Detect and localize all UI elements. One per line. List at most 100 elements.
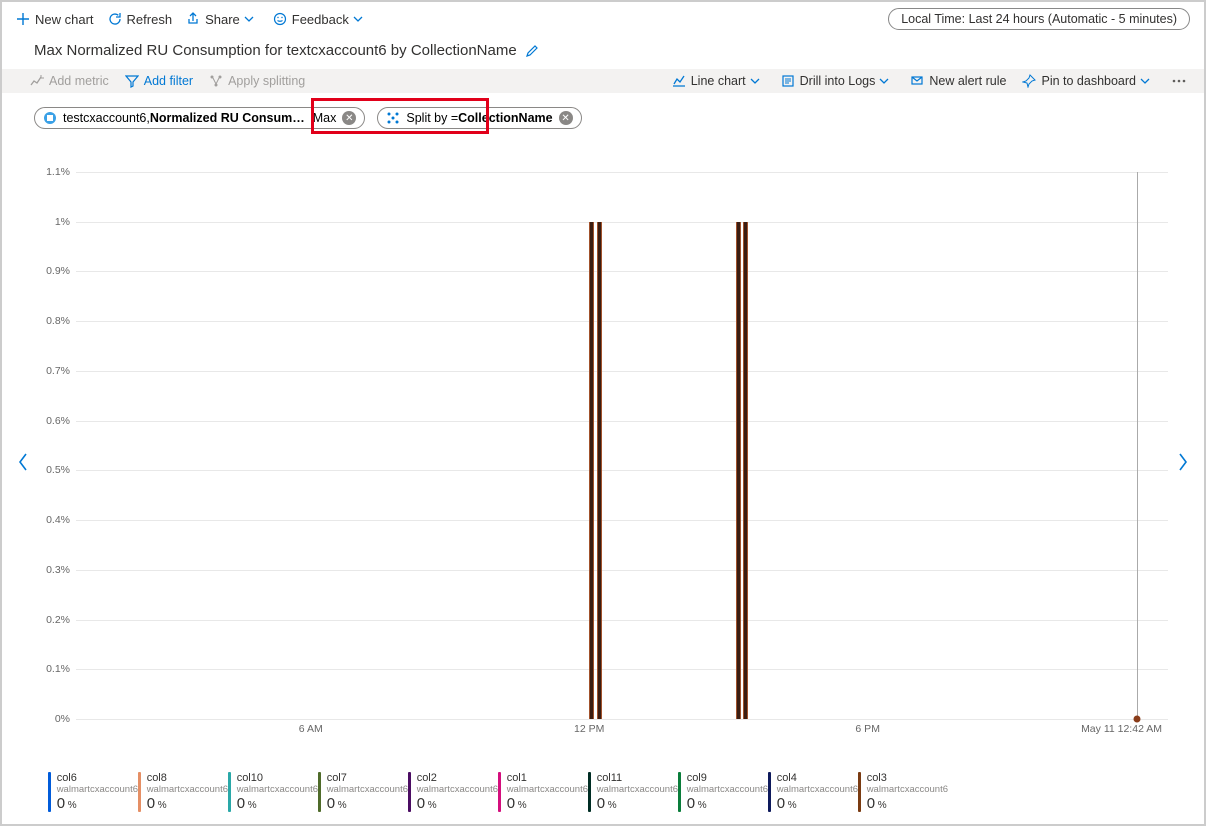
legend-series-account: walmartcxaccount6 xyxy=(57,784,138,795)
drill-logs-button[interactable]: Drill into Logs xyxy=(781,74,895,88)
legend-color-bar xyxy=(498,772,501,812)
legend-series-value: 0 % xyxy=(597,795,678,812)
legend-series-value: 0 % xyxy=(147,795,228,812)
chevron-down-icon xyxy=(879,76,889,86)
chart-type-label: Line chart xyxy=(691,74,746,88)
legend-series-value: 0 % xyxy=(417,795,498,812)
legend-series-value: 0 % xyxy=(57,795,138,812)
time-range-label: Local Time: Last 24 hours (Automatic - 5… xyxy=(901,12,1177,26)
data-spike xyxy=(589,222,594,719)
legend-item[interactable]: col1walmartcxaccount60 % xyxy=(498,772,588,812)
legend-series-name: col4 xyxy=(777,772,858,784)
more-button[interactable] xyxy=(1171,74,1192,88)
chevron-left-icon xyxy=(17,452,29,472)
legend-series-name: col2 xyxy=(417,772,498,784)
alert-icon xyxy=(910,74,924,88)
grid-line xyxy=(76,719,1168,720)
legend-item[interactable]: col10walmartcxaccount60 % xyxy=(228,772,318,812)
data-spike xyxy=(736,222,741,719)
grid-line xyxy=(76,321,1168,322)
metric-pill[interactable]: testcxaccount6, Normalized RU Consum… Ma… xyxy=(34,107,365,129)
legend-series-account: walmartcxaccount6 xyxy=(147,784,228,795)
next-chart-arrow[interactable] xyxy=(1172,442,1194,482)
legend-item[interactable]: col7walmartcxaccount60 % xyxy=(318,772,408,812)
split-icon xyxy=(386,111,400,125)
y-axis-label: 0.8% xyxy=(46,315,70,327)
grid-line xyxy=(76,669,1168,670)
grid-line xyxy=(76,520,1168,521)
chart-type-button[interactable]: Line chart xyxy=(672,74,765,88)
add-metric-button[interactable]: Add metric xyxy=(30,74,109,88)
data-spike xyxy=(743,222,748,719)
x-axis-label: 6 PM xyxy=(855,723,880,735)
share-label: Share xyxy=(205,12,240,27)
share-icon xyxy=(186,12,200,26)
refresh-button[interactable]: Refresh xyxy=(108,12,173,27)
legend-color-bar xyxy=(408,772,411,812)
plot-area[interactable]: 0%0.1%0.2%0.3%0.4%0.5%0.6%0.7%0.8%0.9%1%… xyxy=(76,172,1168,720)
legend-color-bar xyxy=(138,772,141,812)
refresh-icon xyxy=(108,12,122,26)
add-metric-label: Add metric xyxy=(49,74,109,88)
split-pill-value: CollectionName xyxy=(458,111,552,125)
y-axis-label: 0.5% xyxy=(46,464,70,476)
legend-series-account: walmartcxaccount6 xyxy=(777,784,858,795)
edit-icon[interactable] xyxy=(525,44,539,58)
new-chart-button[interactable]: New chart xyxy=(16,12,94,27)
legend-color-bar xyxy=(858,772,861,812)
ellipsis-icon xyxy=(1171,74,1187,88)
y-axis-label: 0.3% xyxy=(46,564,70,576)
legend-item[interactable]: col8walmartcxaccount60 % xyxy=(138,772,228,812)
legend-item[interactable]: col11walmartcxaccount60 % xyxy=(588,772,678,812)
legend-series-name: col9 xyxy=(687,772,768,784)
metric-icon xyxy=(30,74,44,88)
y-axis-label: 0.4% xyxy=(46,514,70,526)
grid-line xyxy=(76,620,1168,621)
split-icon xyxy=(209,74,223,88)
chart-title: Max Normalized RU Consumption for textcx… xyxy=(34,42,517,59)
remove-split-pill[interactable]: ✕ xyxy=(559,111,573,125)
logs-icon xyxy=(781,74,795,88)
split-pill[interactable]: Split by = CollectionName ✕ xyxy=(377,107,581,129)
chart-toolbar: Add metric Add filter Apply splitting Li… xyxy=(2,69,1204,93)
data-spike xyxy=(597,222,602,719)
apply-splitting-button[interactable]: Apply splitting xyxy=(209,74,305,88)
chevron-down-icon xyxy=(353,14,363,24)
legend-color-bar xyxy=(768,772,771,812)
time-range-button[interactable]: Local Time: Last 24 hours (Automatic - 5… xyxy=(888,8,1190,30)
legend-series-account: walmartcxaccount6 xyxy=(327,784,408,795)
remove-metric-pill[interactable]: ✕ xyxy=(342,111,356,125)
prev-chart-arrow[interactable] xyxy=(12,442,34,482)
share-button[interactable]: Share xyxy=(186,12,259,27)
legend-series-account: walmartcxaccount6 xyxy=(507,784,588,795)
legend-series-name: col7 xyxy=(327,772,408,784)
legend-item[interactable]: col9walmartcxaccount60 % xyxy=(678,772,768,812)
add-filter-label: Add filter xyxy=(144,74,193,88)
add-filter-button[interactable]: Add filter xyxy=(125,74,193,88)
legend-color-bar xyxy=(228,772,231,812)
legend-series-name: col1 xyxy=(507,772,588,784)
legend-item[interactable]: col2walmartcxaccount60 % xyxy=(408,772,498,812)
y-axis-label: 0.7% xyxy=(46,365,70,377)
legend-item[interactable]: col4walmartcxaccount60 % xyxy=(768,772,858,812)
new-chart-label: New chart xyxy=(35,12,94,27)
y-axis-label: 0.1% xyxy=(46,663,70,675)
drill-logs-label: Drill into Logs xyxy=(800,74,876,88)
legend-series-value: 0 % xyxy=(507,795,588,812)
feedback-button[interactable]: Feedback xyxy=(273,12,368,27)
chevron-down-icon xyxy=(1140,76,1150,86)
legend-item[interactable]: col3walmartcxaccount60 % xyxy=(858,772,948,812)
legend-series-value: 0 % xyxy=(237,795,318,812)
y-axis-label: 1% xyxy=(55,216,70,228)
grid-line xyxy=(76,172,1168,173)
y-axis-label: 0% xyxy=(55,713,70,725)
legend-series-name: col6 xyxy=(57,772,138,784)
legend-series-account: walmartcxaccount6 xyxy=(417,784,498,795)
refresh-label: Refresh xyxy=(127,12,173,27)
legend-series-value: 0 % xyxy=(687,795,768,812)
legend-series-name: col11 xyxy=(597,772,678,784)
new-alert-button[interactable]: New alert rule xyxy=(910,74,1006,88)
legend-item[interactable]: col6walmartcxaccount60 % xyxy=(48,772,138,812)
pin-dashboard-button[interactable]: Pin to dashboard xyxy=(1022,74,1155,88)
y-axis-label: 0.9% xyxy=(46,265,70,277)
